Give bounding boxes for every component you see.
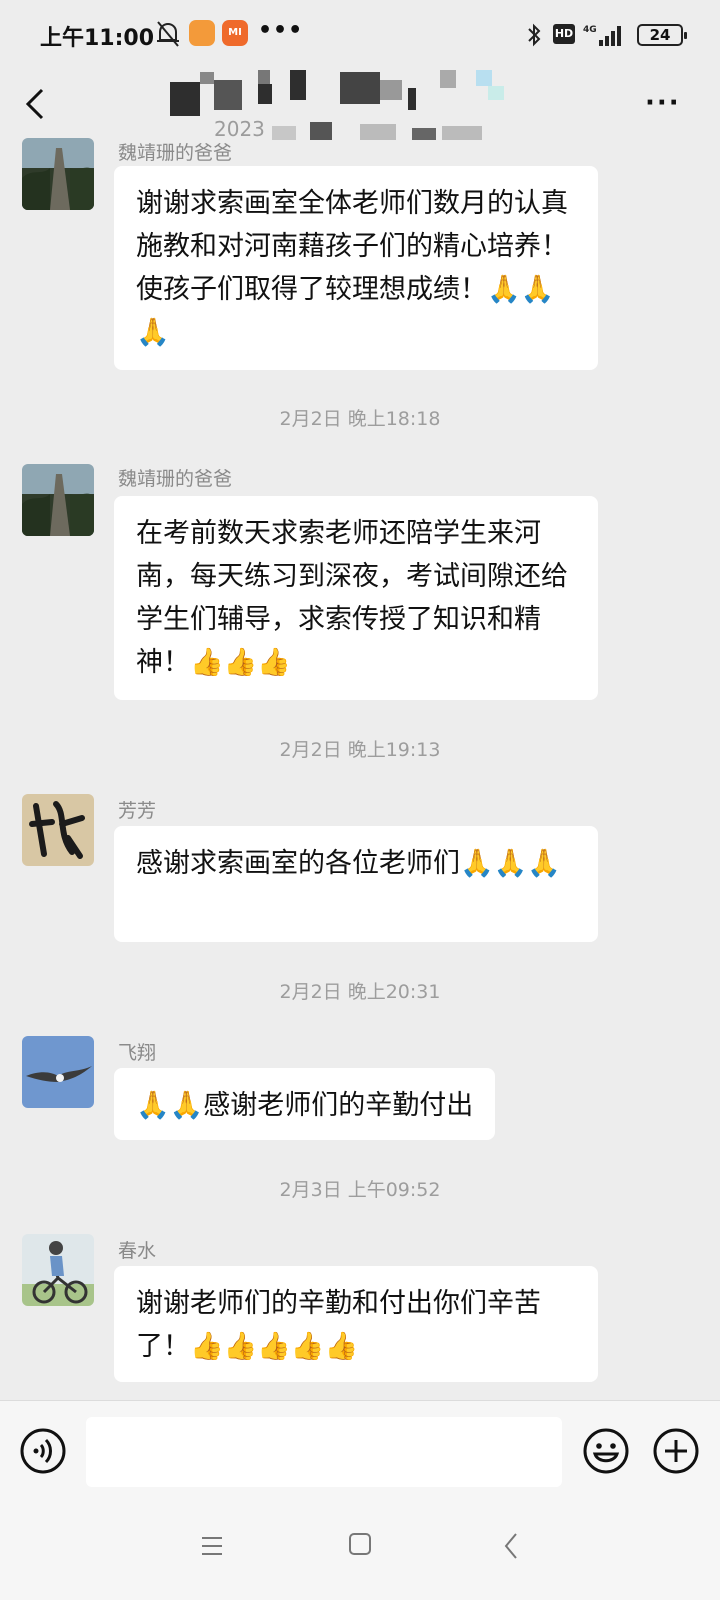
message-bubble[interactable]: 感谢求索画室的各位老师们🙏🙏🙏 (114, 826, 598, 942)
svg-text:4G: 4G (583, 25, 597, 35)
message-bubble[interactable]: 谢谢老师们的辛勤和付出你们辛苦了！👍👍👍👍👍 (114, 1266, 598, 1382)
emoji-button[interactable] (582, 1427, 630, 1475)
message-bubble[interactable]: 🙏🙏感谢老师们的辛勤付出 (114, 1068, 496, 1140)
battery-indicator: 24 (637, 24, 687, 46)
avatar[interactable] (22, 138, 94, 210)
avatar[interactable] (22, 1036, 94, 1108)
sender-name: 飞翔 (118, 1042, 157, 1064)
avatar[interactable] (22, 464, 94, 536)
sender-name: 魏靖珊的爸爸 (118, 468, 233, 490)
app-notification-icon (189, 20, 215, 46)
message-timestamp: 2月2日 晚上20:31 (279, 981, 441, 1003)
mi-app-icon: MI (222, 20, 248, 46)
message-bubble[interactable]: 谢谢求索画室全体老师们数月的认真施教和对河南藉孩子们的精心培养！使孩子们取得了较… (114, 166, 598, 370)
chat-input-bar (0, 1400, 720, 1504)
status-time: 上午11:00 (40, 26, 155, 51)
chat-title-obscured (170, 70, 530, 116)
more-options-button[interactable]: ··· (645, 88, 681, 118)
sender-name: 春水 (118, 1240, 157, 1262)
back-button[interactable] (18, 80, 58, 128)
recent-apps-icon[interactable] (200, 1534, 224, 1558)
message-timestamp: 2月2日 晚上18:18 (279, 408, 441, 430)
nav-back-icon[interactable] (502, 1532, 520, 1560)
system-nav-bar (0, 1504, 720, 1600)
chat-subtitle-obscured: 2023 (212, 110, 512, 140)
sender-name: 魏靖珊的爸爸 (118, 142, 233, 164)
chat-message-list[interactable]: 魏靖珊的爸爸 谢谢求索画室全体老师们数月的认真施教和对河南藉孩子们的精心培养！使… (0, 138, 720, 1400)
more-notifications-icon: ••• (258, 18, 304, 43)
more-functions-button[interactable] (652, 1427, 700, 1475)
muted-bell-icon (157, 21, 179, 47)
message-timestamp: 2月2日 晚上19:13 (279, 739, 441, 761)
hd-badge: HD (553, 24, 575, 44)
message-bubble[interactable]: 在考前数天求索老师还陪学生来河南，每天练习到深夜，考试间隙还给学生们辅导，求索传… (114, 496, 598, 700)
status-bar: 上午11:00 MI ••• HD 4G 24 (0, 0, 720, 70)
home-icon[interactable] (348, 1532, 372, 1556)
svg-text:2023: 2023 (214, 117, 265, 140)
voice-input-button[interactable] (19, 1427, 67, 1475)
avatar[interactable] (22, 1234, 94, 1306)
bluetooth-icon (528, 23, 541, 47)
sender-name: 芳芳 (118, 800, 157, 822)
signal-icon: 4G (583, 25, 621, 46)
message-timestamp: 2月3日 上午09:52 (279, 1179, 441, 1201)
avatar[interactable] (22, 794, 94, 866)
message-input[interactable] (86, 1417, 562, 1487)
